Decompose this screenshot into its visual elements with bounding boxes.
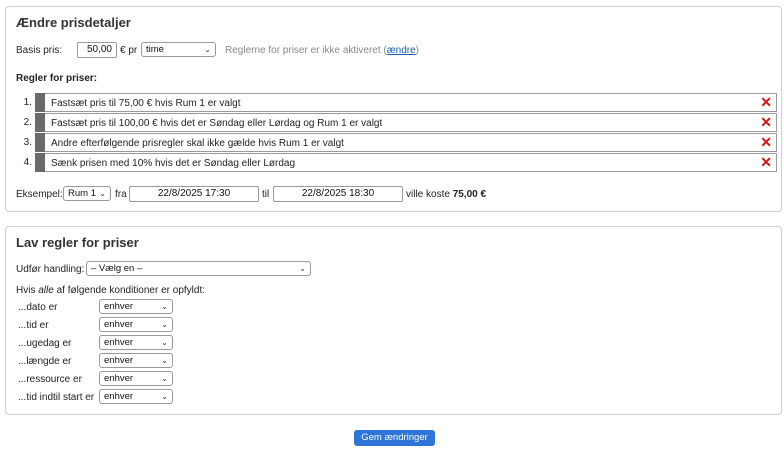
rule-row[interactable]: 3. Andre efterfølgende prisregler skal i… bbox=[16, 133, 783, 152]
to-label: til bbox=[262, 189, 270, 200]
from-datetime-input[interactable]: 22/8/2025 17:30 bbox=[129, 186, 259, 202]
close-icon[interactable]: ✕ bbox=[760, 114, 772, 131]
make-rules-title: Lav regler for priser bbox=[16, 235, 139, 250]
example-room-select[interactable]: Rum 1 ⌄ bbox=[63, 186, 111, 201]
rule-text: Andre efterfølgende prisregler skal ikke… bbox=[51, 138, 344, 149]
close-icon[interactable]: ✕ bbox=[760, 154, 772, 171]
condition-label-date: ...dato er bbox=[18, 302, 58, 313]
rule-text: Fastsæt pris til 75,00 € hvis Rum 1 er v… bbox=[51, 98, 241, 109]
rule-number: 4. bbox=[23, 157, 32, 168]
save-changes-button[interactable]: Gem ændringer bbox=[354, 430, 435, 446]
action-select[interactable]: – Vælg en – ⌄ bbox=[86, 261, 311, 276]
chevron-down-icon: ⌄ bbox=[161, 338, 168, 347]
example-cost: ville koste 75,00 € bbox=[406, 189, 487, 200]
price-details-title: Ændre prisdetaljer bbox=[16, 15, 131, 30]
rule-text: Fastsæt pris til 100,00 € hvis det er Sø… bbox=[51, 118, 383, 129]
rule-box: Fastsæt pris til 75,00 € hvis Rum 1 er v… bbox=[45, 93, 777, 112]
per-label: € pr bbox=[120, 45, 138, 56]
chevron-down-icon: ⌄ bbox=[161, 302, 168, 311]
condition-label-resource: ...ressource er bbox=[18, 374, 82, 385]
condition-select-time[interactable]: enhver ⌄ bbox=[99, 317, 173, 332]
action-select-value: – Vælg en – bbox=[91, 263, 143, 274]
rule-number: 3. bbox=[23, 137, 32, 148]
drag-handle[interactable] bbox=[35, 93, 45, 112]
condition-label-time-until-start: ...tid indtil start er bbox=[18, 392, 95, 403]
price-details-panel: Ændre prisdetaljer Basis pris: 50,00 € p… bbox=[5, 6, 782, 212]
condition-select-date[interactable]: enhver ⌄ bbox=[99, 299, 173, 314]
rule-number: 1. bbox=[23, 97, 32, 108]
condition-select-length[interactable]: enhver ⌄ bbox=[99, 353, 173, 368]
rule-row[interactable]: 4. Sænk prisen med 10% hvis det er Sønda… bbox=[16, 153, 783, 172]
condition-label-length: ...længde er bbox=[18, 356, 72, 367]
make-rules-panel: Lav regler for priser Udfør handling: – … bbox=[5, 226, 782, 415]
rules-label: Regler for priser: bbox=[16, 73, 98, 84]
rule-box: Sænk prisen med 10% hvis det er Søndag e… bbox=[45, 153, 777, 172]
base-price-label: Basis pris: bbox=[16, 45, 63, 56]
example-room-value: Rum 1 bbox=[68, 188, 96, 199]
chevron-down-icon: ⌄ bbox=[204, 45, 211, 54]
rule-text: Sænk prisen med 10% hvis det er Søndag e… bbox=[51, 158, 296, 169]
condition-value: enhver bbox=[104, 373, 134, 384]
condition-select-time-until-start[interactable]: enhver ⌄ bbox=[99, 389, 173, 404]
example-cost-value: 75,00 € bbox=[452, 189, 487, 200]
chevron-down-icon: ⌄ bbox=[161, 392, 168, 401]
condition-value: enhver bbox=[104, 355, 134, 366]
from-label: fra bbox=[115, 189, 127, 200]
drag-handle[interactable] bbox=[35, 153, 45, 172]
rule-box: Andre efterfølgende prisregler skal ikke… bbox=[45, 133, 777, 152]
condition-label-time: ...tid er bbox=[18, 320, 49, 331]
condition-label-weekday: ...ugedag er bbox=[18, 338, 72, 349]
chevron-down-icon: ⌄ bbox=[99, 189, 106, 198]
base-price-input[interactable]: 50,00 bbox=[77, 42, 117, 58]
chevron-down-icon: ⌄ bbox=[161, 374, 168, 383]
chevron-down-icon: ⌄ bbox=[161, 356, 168, 365]
condition-value: enhver bbox=[104, 319, 134, 330]
rule-row[interactable]: 2. Fastsæt pris til 100,00 € hvis det er… bbox=[16, 113, 783, 132]
drag-handle[interactable] bbox=[35, 113, 45, 132]
example-label: Eksempel: bbox=[16, 189, 63, 200]
rules-status-text: Reglerne for priser er ikke aktiveret (æ… bbox=[225, 45, 419, 56]
rule-row[interactable]: 1. Fastsæt pris til 75,00 € hvis Rum 1 e… bbox=[16, 93, 783, 112]
rule-number: 2. bbox=[23, 117, 32, 128]
chevron-down-icon: ⌄ bbox=[299, 264, 306, 273]
conditions-intro: Hvis alle af følgende konditioner er opf… bbox=[16, 285, 206, 296]
condition-select-weekday[interactable]: enhver ⌄ bbox=[99, 335, 173, 350]
to-datetime-input[interactable]: 22/8/2025 18:30 bbox=[273, 186, 403, 202]
close-icon[interactable]: ✕ bbox=[760, 94, 772, 111]
rule-box: Fastsæt pris til 100,00 € hvis det er Sø… bbox=[45, 113, 777, 132]
condition-value: enhver bbox=[104, 337, 134, 348]
close-icon[interactable]: ✕ bbox=[760, 134, 772, 151]
action-label: Udfør handling: bbox=[16, 264, 85, 275]
chevron-down-icon: ⌄ bbox=[161, 320, 168, 329]
condition-value: enhver bbox=[104, 301, 134, 312]
change-rules-link[interactable]: ændre bbox=[387, 45, 416, 56]
drag-handle[interactable] bbox=[35, 133, 45, 152]
unit-select[interactable]: time ⌄ bbox=[141, 42, 216, 57]
condition-select-resource[interactable]: enhver ⌄ bbox=[99, 371, 173, 386]
unit-select-value: time bbox=[146, 44, 164, 55]
condition-value: enhver bbox=[104, 391, 134, 402]
